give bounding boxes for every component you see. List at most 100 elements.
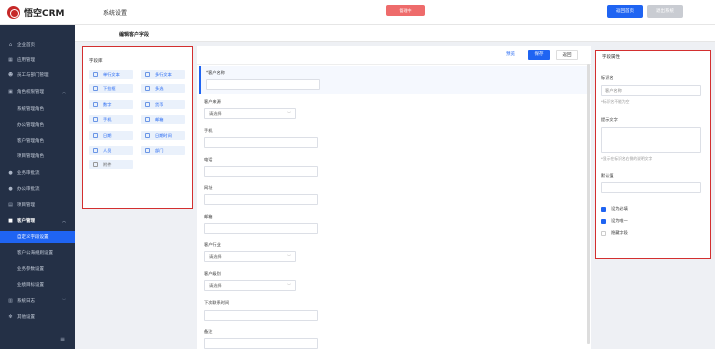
tip-textarea[interactable] <box>601 127 701 153</box>
sidebar-item-roles[interactable]: ▣ 角色权限管理 ︿ <box>0 86 75 98</box>
field-type-date[interactable]: 日期 <box>89 131 133 140</box>
form-field-label: 客户来源 <box>204 99 221 104</box>
top-bar: 悟空CRM 系统设置 管理中 返回首页 退出系统 <box>0 0 715 25</box>
field-type-label: 手机 <box>103 116 112 122</box>
next-contact-input[interactable] <box>204 310 318 321</box>
field-type-label: 数字 <box>103 101 112 107</box>
back-button[interactable]: 返回 <box>556 50 578 60</box>
form-field-label: 备注 <box>204 329 213 334</box>
field-type-single-line[interactable]: 单行文本 <box>89 70 133 79</box>
remark-input[interactable] <box>204 338 318 349</box>
sidebar-item-performance[interactable]: 业绩目标设置 <box>0 279 75 291</box>
field-type-mobile[interactable]: 手机 <box>89 115 133 124</box>
field-type-label: 货币 <box>155 101 164 107</box>
sidebar-item-label: 企业首页 <box>17 43 35 48</box>
chevron-down-icon: ﹀ <box>62 298 66 303</box>
field-type-number[interactable]: 数字 <box>89 100 133 109</box>
file-icon: ▥ <box>8 297 13 304</box>
sidebar-item-office-role[interactable]: 办公管理角色 <box>0 119 75 131</box>
form-scrollbar[interactable] <box>587 64 590 344</box>
text-icon <box>93 72 98 77</box>
sidebar: ⌂ 企业首页 ▦ 应用管理 ☻ 员工与部门管理 ▣ 角色权限管理 ︿ 系统管理角… <box>0 25 75 349</box>
field-type-currency[interactable]: 货币 <box>141 100 185 109</box>
logout-button[interactable]: 退出系统 <box>647 5 683 18</box>
form-canvas: *客户名称 客户来源 请选择 ﹀ 手机 电话 网址 邮箱 客户行业 请选择 ﹀ 客户… <box>199 66 591 349</box>
checkbox-checked-icon <box>601 206 606 212</box>
field-type-department[interactable]: 部门 <box>141 146 185 155</box>
sidebar-item-project-role[interactable]: 项目管理角色 <box>0 150 75 162</box>
form-field-label: 下次联系时间 <box>204 300 230 305</box>
breadcrumb: 编辑客户字段 <box>75 25 715 42</box>
form-editor-panel: 预览 保存 返回 *客户名称 客户来源 请选择 ﹀ 手机 电话 网址 邮箱 客户行… <box>197 46 591 349</box>
sidebar-item-home[interactable]: ⌂ 企业首页 <box>0 39 75 51</box>
department-icon <box>145 148 150 153</box>
email-input[interactable] <box>204 223 318 234</box>
chevron-down-icon: ﹀ <box>287 283 291 288</box>
checkbox-label: 设为唯一 <box>611 218 628 223</box>
sidebar-item-system-log[interactable]: ▥ 系统日志 ﹀ <box>0 295 75 307</box>
field-type-multiselect[interactable]: 多选 <box>141 84 185 93</box>
form-field-label: 客户行业 <box>204 242 221 247</box>
form-field-label: *客户名称 <box>206 70 225 75</box>
sidebar-item-business-approval[interactable]: ● 业务审批流 <box>0 167 75 179</box>
sidebar-item-label: 客户管理角色 <box>17 139 44 144</box>
level-select[interactable]: 请选择 ﹀ <box>204 280 296 291</box>
sidebar-item-system-role[interactable]: 系统管理角色 <box>0 103 75 115</box>
field-library-panel: 字段库 单行文本 多行文本 下拉框 多选 数字 货币 手机 邮箱 日期 日期时间… <box>82 46 193 209</box>
chevron-up-icon: ︿ <box>62 89 66 94</box>
sidebar-item-business-params[interactable]: 业务参数设置 <box>0 263 75 275</box>
sidebar-item-office-approval[interactable]: ● 办公审批流 <box>0 183 75 195</box>
industry-select[interactable]: 请选择 ﹀ <box>204 251 296 262</box>
editor-toolbar: 预览 保存 返回 <box>197 46 591 65</box>
name-input[interactable]: 客户名称 <box>601 85 701 96</box>
website-input[interactable] <box>204 194 318 205</box>
unique-checkbox[interactable]: 设为唯一 <box>601 218 628 224</box>
sidebar-item-label: 角色权限管理 <box>17 90 44 95</box>
sidebar-item-customer[interactable]: ■ 客户管理 ︿ <box>0 215 75 227</box>
home-button[interactable]: 返回首页 <box>607 5 643 18</box>
number-icon <box>93 102 98 107</box>
sidebar-item-customer-role[interactable]: 客户管理角色 <box>0 135 75 147</box>
form-field-label: 电话 <box>204 157 213 162</box>
logo[interactable]: 悟空CRM <box>7 5 65 19</box>
preview-button[interactable]: 预览 <box>506 51 515 57</box>
status-button[interactable]: 管理中 <box>386 5 425 16</box>
page-title: 编辑客户字段 <box>119 32 150 38</box>
save-button[interactable]: 保存 <box>528 50 550 60</box>
field-library-title: 字段库 <box>89 59 103 64</box>
sidebar-item-pool-rules[interactable]: 客户公海规则设置 <box>0 247 75 259</box>
sidebar-item-label: 办公管理角色 <box>17 123 44 128</box>
sidebar-item-apps[interactable]: ▦ 应用管理 <box>0 54 75 66</box>
field-type-datetime[interactable]: 日期时间 <box>141 131 185 140</box>
customer-source-select[interactable]: 请选择 ﹀ <box>204 108 296 119</box>
field-type-email[interactable]: 邮箱 <box>141 115 185 124</box>
field-type-label: 单行文本 <box>103 71 120 77</box>
required-checkbox[interactable]: 设为必填 <box>601 206 628 212</box>
field-type-select[interactable]: 下拉框 <box>89 84 133 93</box>
field-type-attachment[interactable]: 附件 <box>89 160 133 169</box>
field-type-label: 日期 <box>103 132 112 138</box>
sidebar-item-other[interactable]: ✻ 其他设置 <box>0 311 75 323</box>
sidebar-item-staff[interactable]: ☻ 员工与部门管理 <box>0 69 75 81</box>
dropdown-icon <box>93 86 98 91</box>
properties-title: 字段属性 <box>602 55 620 60</box>
form-field-label: 邮箱 <box>204 214 213 219</box>
users-icon: ☻ <box>8 71 14 78</box>
phone-input[interactable] <box>204 166 318 177</box>
customer-name-input[interactable] <box>206 79 320 90</box>
mobile-input[interactable] <box>204 137 318 148</box>
sidebar-item-label: 办公审批流 <box>17 187 40 192</box>
form-field-label: 手机 <box>204 128 213 133</box>
sidebar-item-custom-fields[interactable]: 自定义字段设置 <box>0 231 75 243</box>
field-type-label: 多选 <box>155 85 164 91</box>
sidebar-item-project[interactable]: ▤ 项目管理 <box>0 199 75 211</box>
collapse-menu-icon[interactable]: ≡ <box>60 336 65 343</box>
user-icon: ● <box>8 185 13 192</box>
default-input[interactable] <box>601 182 701 193</box>
sidebar-item-label: 系统日志 <box>17 299 35 304</box>
field-type-multi-line[interactable]: 多行文本 <box>141 70 185 79</box>
hidden-checkbox[interactable]: 隐藏字段 <box>601 230 628 236</box>
sidebar-item-label: 员工与部门管理 <box>17 73 49 78</box>
form-field-selected[interactable]: *客户名称 <box>199 66 591 94</box>
field-type-person[interactable]: 人员 <box>89 146 133 155</box>
